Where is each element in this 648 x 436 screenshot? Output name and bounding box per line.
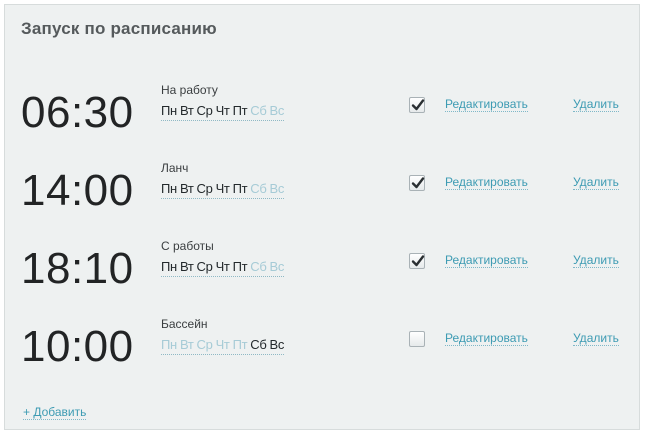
day-4: Чт — [215, 181, 230, 196]
day-3: Ср — [196, 337, 213, 352]
schedule-days[interactable]: Пн Вт Ср Чт Пт Сб Вс — [161, 181, 284, 199]
checkmark-icon — [411, 177, 425, 189]
schedule-row: 18:10 С работы Пн Вт Ср Чт Пт Сб Вс Редактиров… — [5, 239, 639, 299]
day-1: Пн — [161, 103, 177, 118]
schedule-row: 10:00 Бассейн Пн Вт Ср Чт Пт Сб Вс Редактирова… — [5, 317, 639, 377]
checkmark-icon — [411, 255, 425, 267]
day-2: Вт — [179, 103, 194, 118]
panel-title: Запуск по расписанию — [21, 19, 217, 38]
delete-link[interactable]: Удалить — [573, 253, 619, 268]
delete-link[interactable]: Удалить — [573, 331, 619, 346]
day-5: Пт — [232, 259, 248, 274]
schedule-time: 18:10 — [21, 244, 134, 293]
day-1: Пн — [161, 259, 177, 274]
enabled-checkbox[interactable] — [409, 175, 425, 191]
day-3: Ср — [196, 181, 213, 196]
day-5: Пт — [232, 181, 248, 196]
schedule-panel: Запуск по расписанию 06:30 На работу Пн В… — [4, 4, 640, 430]
edit-link[interactable]: Редактировать — [445, 97, 528, 112]
day-1: Пн — [161, 337, 177, 352]
schedule-days[interactable]: Пн Вт Ср Чт Пт Сб Вс — [161, 337, 284, 355]
enabled-checkbox[interactable] — [409, 253, 425, 269]
day-6: Сб — [250, 259, 267, 274]
day-2: Вт — [179, 259, 194, 274]
day-7: Вс — [269, 181, 285, 196]
day-7: Вс — [269, 259, 285, 274]
schedule-row: 14:00 Ланч Пн Вт Ср Чт Пт Сб Вс Редактировать … — [5, 161, 639, 221]
schedule-time: 14:00 — [21, 166, 134, 215]
day-6: Сб — [250, 337, 267, 352]
checkmark-icon — [411, 99, 425, 111]
schedule-days[interactable]: Пн Вт Ср Чт Пт Сб Вс — [161, 103, 284, 121]
delete-link[interactable]: Удалить — [573, 97, 619, 112]
day-6: Сб — [250, 103, 267, 118]
day-5: Пт — [232, 337, 248, 352]
delete-link[interactable]: Удалить — [573, 175, 619, 190]
day-3: Ср — [196, 259, 213, 274]
day-4: Чт — [215, 259, 230, 274]
day-3: Ср — [196, 103, 213, 118]
enabled-checkbox[interactable] — [409, 97, 425, 113]
add-schedule-link[interactable]: + Добавить — [23, 405, 87, 420]
edit-link[interactable]: Редактировать — [445, 253, 528, 268]
schedule-time: 06:30 — [21, 88, 134, 137]
day-1: Пн — [161, 181, 177, 196]
day-2: Вт — [179, 337, 194, 352]
day-7: Вс — [269, 103, 285, 118]
day-5: Пт — [232, 103, 248, 118]
day-4: Чт — [215, 337, 230, 352]
day-4: Чт — [215, 103, 230, 118]
schedule-days[interactable]: Пн Вт Ср Чт Пт Сб Вс — [161, 259, 284, 277]
day-2: Вт — [179, 181, 194, 196]
schedule-row: 06:30 На работу Пн Вт Ср Чт Пт Сб Вс Редактиро… — [5, 83, 639, 143]
schedule-name: Бассейн — [161, 317, 208, 331]
schedule-name: Ланч — [161, 161, 189, 175]
schedule-time: 10:00 — [21, 322, 134, 371]
schedule-name: С работы — [161, 239, 214, 253]
schedule-name: На работу — [161, 83, 218, 97]
day-7: Вс — [269, 337, 285, 352]
edit-link[interactable]: Редактировать — [445, 175, 528, 190]
day-6: Сб — [250, 181, 267, 196]
edit-link[interactable]: Редактировать — [445, 331, 528, 346]
enabled-checkbox[interactable] — [409, 331, 425, 347]
